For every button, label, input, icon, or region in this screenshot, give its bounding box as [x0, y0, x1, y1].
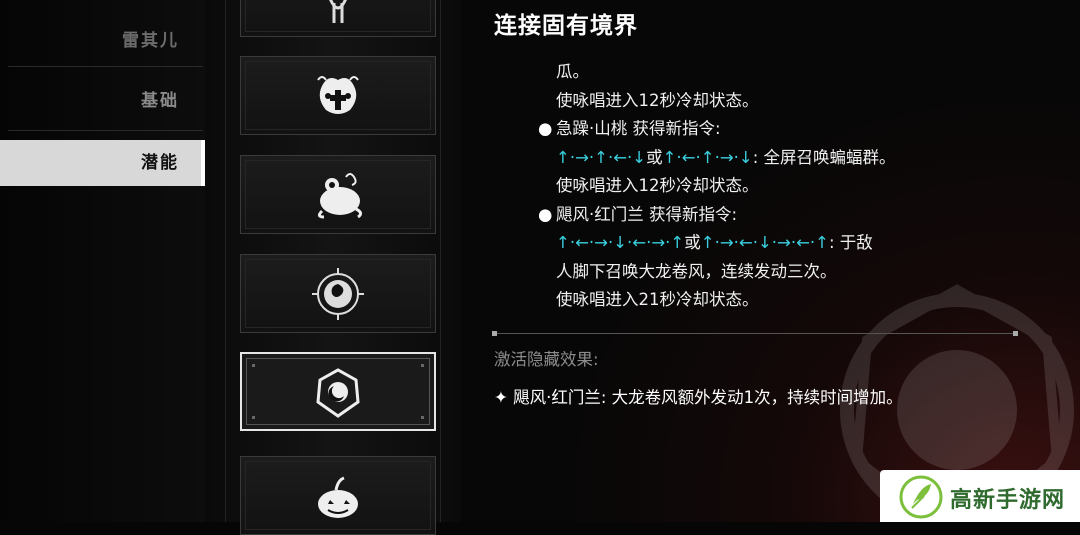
desc-bullet: ● 急躁·山桃 获得新指令: [494, 115, 1054, 144]
pumpkin-icon [318, 476, 358, 518]
watermark-text: 高新手游网 [950, 488, 1066, 513]
command-line: ↑·←·→·↓·←·→·↑或↑·→·←·↓·→·←·↑: 于敌 [494, 229, 1054, 258]
bullet-icon: ● [538, 204, 553, 224]
potential-card[interactable] [240, 0, 436, 37]
detail-title: 连接固有境界 [494, 13, 638, 39]
arrow-sequence: ↑·→·↑·←·↓ [556, 147, 647, 167]
or-text: 或 [684, 233, 701, 252]
or-text: 或 [646, 147, 663, 167]
jack-o-lantern-cross-icon [317, 75, 359, 114]
desc-line: 人脚下召唤大龙卷风，连续发动三次。 [556, 261, 837, 281]
section-divider [492, 331, 1018, 336]
arrow-sequence: ↑·←·↑·→·↓ [662, 147, 753, 167]
bullet-icon: ● [538, 119, 553, 138]
divider [8, 66, 203, 67]
desc-line: 使咏唱进入21秒冷却状态。 [556, 290, 759, 309]
detail-description: 瓜。 使咏唱进入12秒冷却状态。 ● 急躁·山桃 获得新指令: ↑·→·↑·←·↓… [494, 58, 1054, 315]
top-partial-icon [329, 0, 347, 23]
corner-dot [252, 416, 255, 419]
detail-panel: 连接固有境界 瓜。 使咏唱进入12秒冷却状态。 ● 急躁·山桃 获得新指令: ↑·… [462, 0, 1080, 522]
desc-line: 瓜。 [556, 62, 589, 81]
desc-line: 使咏唱进入12秒冷却状态。 [556, 176, 759, 195]
divider [8, 130, 203, 131]
command-effect: : 全屏召唤蝙蝠群。 [752, 147, 896, 167]
crescent-emblem-icon [316, 367, 360, 418]
sidebar: 雷其儿 基础 潜能 [0, 0, 206, 522]
site-logo-icon [899, 475, 943, 519]
sidebar-item-character[interactable]: 雷其儿 [0, 26, 205, 51]
potential-card[interactable] [240, 56, 436, 135]
watermark: 高新手游网 [880, 470, 1080, 522]
potential-card[interactable] [240, 456, 436, 535]
toad-icon [317, 172, 363, 218]
corner-dot [421, 416, 424, 419]
command-line: ↑·→·↑·←·↓或↑·←·↑·→·↓: 全屏召唤蝙蝠群。 [494, 144, 1054, 173]
command-effect: : 于敌 [829, 233, 873, 252]
arrow-sequence: ↑·→·←·↓·→·←·↑ [700, 233, 829, 252]
hidden-effect-label: 激活隐藏效果: [494, 350, 599, 369]
hidden-effect-text: ✦ 飓风·红门兰: 大龙卷风额外发动1次，持续时间增加。 [494, 388, 903, 407]
bullet-text: 急躁·山桃 获得新指令: [556, 119, 721, 138]
sidebar-item-potential[interactable]: 潜能 [0, 140, 205, 186]
potential-card[interactable] [240, 155, 436, 234]
potential-card[interactable] [240, 254, 436, 333]
sidebar-item-basic[interactable]: 基础 [0, 86, 205, 111]
corner-dot [252, 364, 255, 367]
rose-emblem-icon [312, 267, 364, 320]
arrow-sequence: ↑·←·→·↓·←·→·↑ [556, 233, 685, 252]
desc-bullet: ● 飓风·红门兰 获得新指令: [494, 201, 1054, 230]
potential-list [205, 0, 461, 535]
desc-line: 使咏唱进入12秒冷却状态。 [556, 90, 759, 110]
bullet-text: 飓风·红门兰 获得新指令: [556, 204, 738, 224]
potential-card-selected[interactable] [240, 352, 436, 431]
corner-dot [421, 364, 424, 367]
